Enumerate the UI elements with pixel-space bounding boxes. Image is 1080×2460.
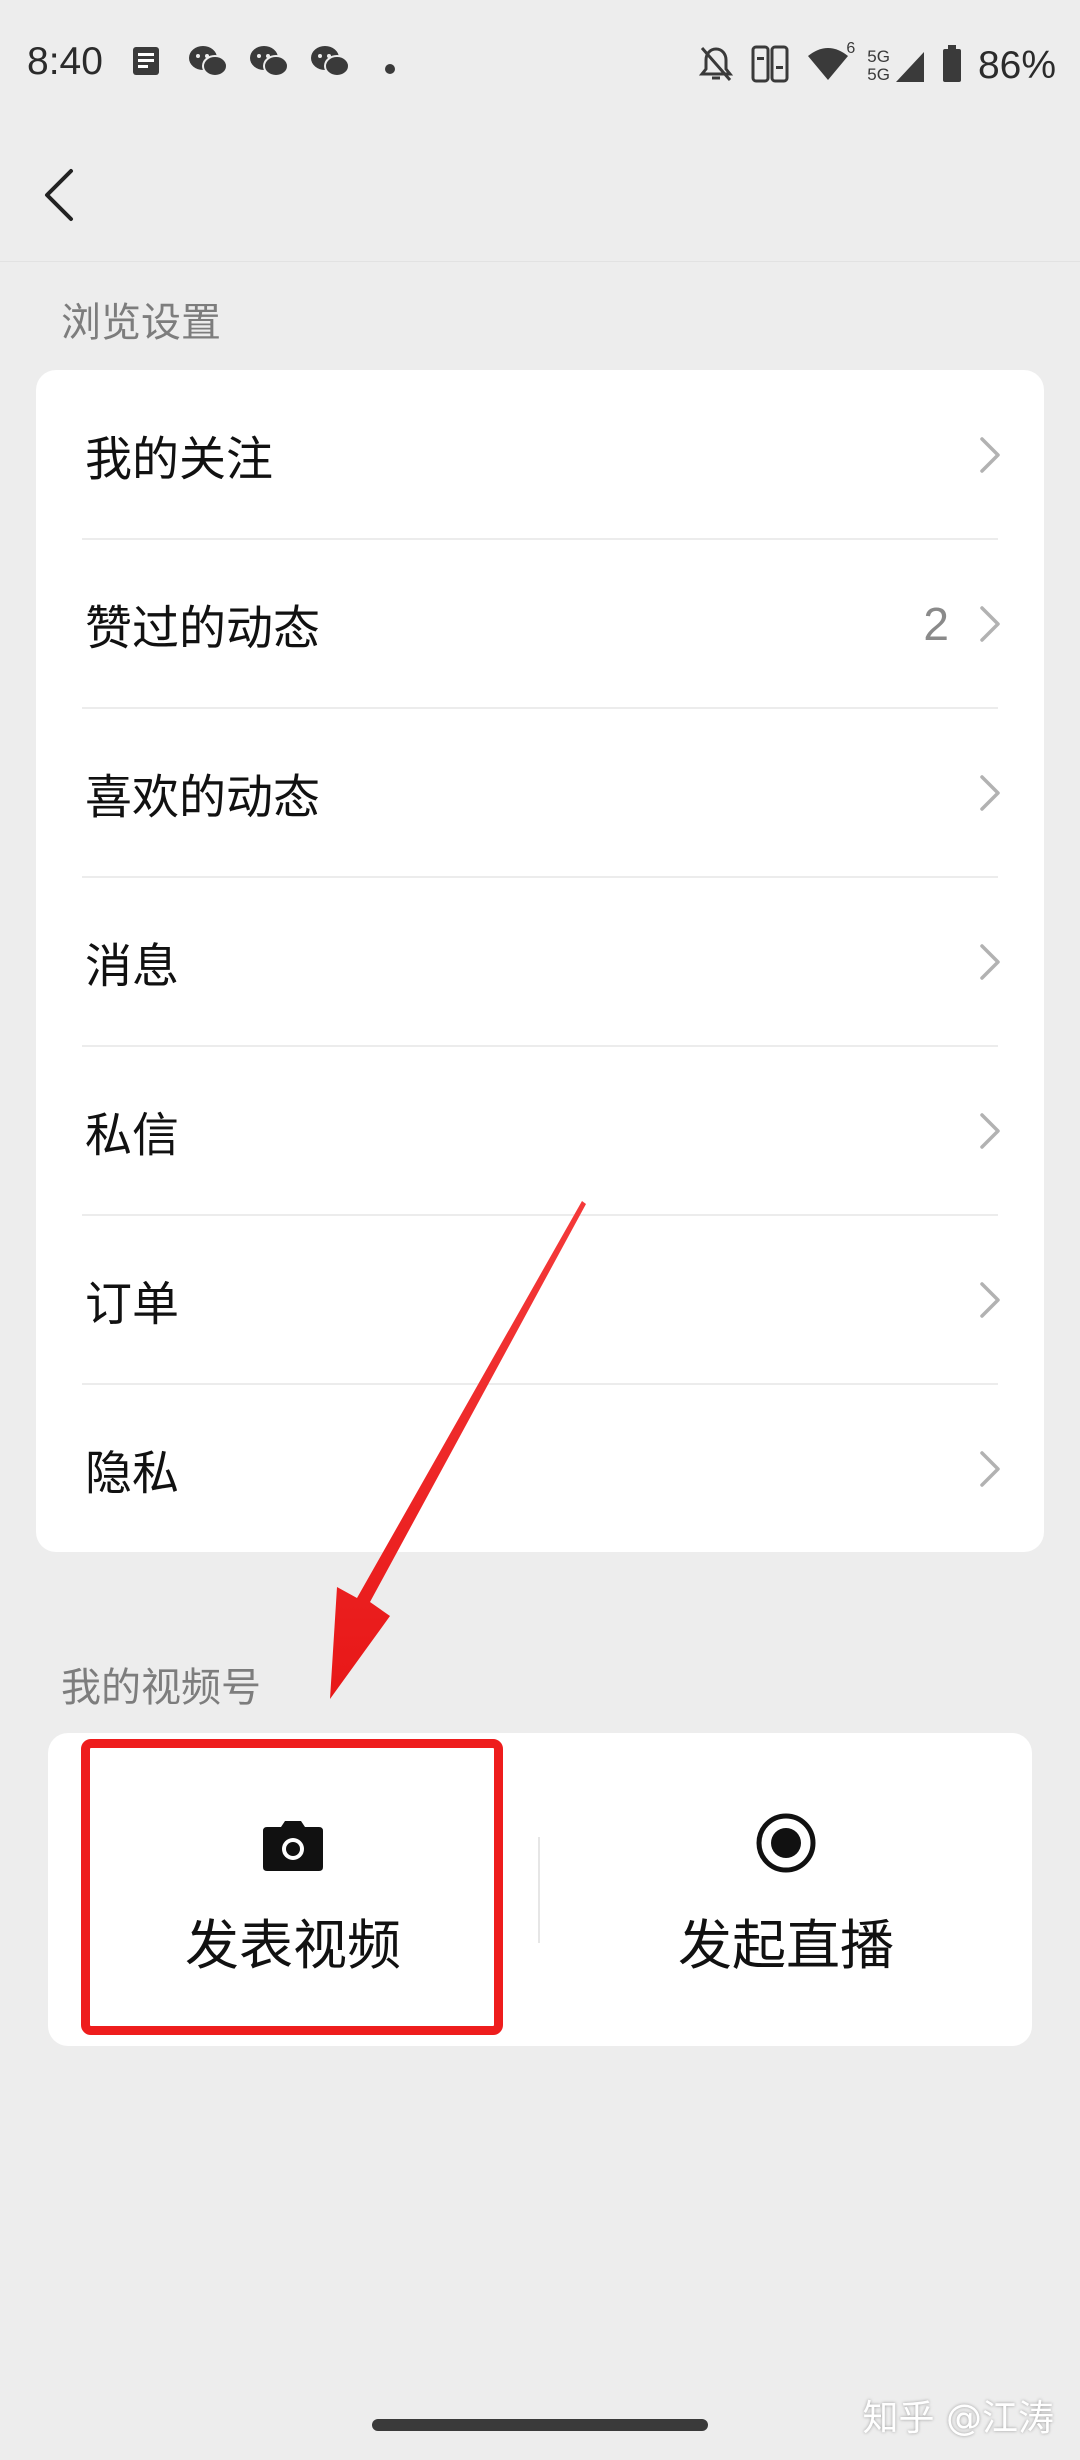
browse-settings-card: 我的关注 赞过的动态 2 喜欢的动态 消息 私信 订单 隐私 xyxy=(36,370,1044,1552)
menu-item-messages[interactable]: 消息 xyxy=(36,878,1044,1046)
back-button[interactable] xyxy=(28,155,88,239)
wechat-icon xyxy=(187,44,229,84)
chevron-right-icon xyxy=(980,944,1000,980)
note-icon xyxy=(130,44,164,84)
menu-item-label: 我的关注 xyxy=(85,432,273,488)
wechat-icon xyxy=(248,44,290,84)
chevron-right-icon xyxy=(980,775,1000,811)
browse-section-title: 浏览设置 xyxy=(61,300,221,346)
menu-item-following[interactable]: 我的关注 xyxy=(36,371,1044,539)
menu-item-label: 私信 xyxy=(85,1108,179,1164)
annotation-highlight-box xyxy=(81,1739,503,2035)
home-indicator[interactable] xyxy=(372,2419,708,2431)
status-time: 8:40 xyxy=(27,40,103,83)
menu-item-label: 喜欢的动态 xyxy=(85,770,320,826)
menu-item-favorite-posts[interactable]: 喜欢的动态 xyxy=(36,709,1044,877)
menu-item-private-messages[interactable]: 私信 xyxy=(36,1047,1044,1215)
channel-section-title: 我的视频号 xyxy=(61,1665,261,1711)
start-live-label: 发起直播 xyxy=(678,1914,894,1977)
wechat-icon xyxy=(309,44,351,84)
chevron-right-icon xyxy=(980,606,1000,642)
record-icon xyxy=(754,1811,818,1879)
chevron-right-icon xyxy=(980,1451,1000,1487)
wifi-label: 6 xyxy=(846,40,856,57)
network-label: 5G xyxy=(867,65,890,84)
battery-icon xyxy=(942,45,962,87)
bell-off-icon xyxy=(697,44,735,88)
menu-item-orders[interactable]: 订单 xyxy=(36,1216,1044,1384)
watermark: 知乎 @江涛 xyxy=(862,2398,1054,2439)
menu-item-privacy[interactable]: 隐私 xyxy=(36,1385,1044,1553)
hd-icon xyxy=(751,44,789,88)
menu-item-label: 隐私 xyxy=(85,1446,179,1502)
start-live-button[interactable]: 发起直播 xyxy=(540,1733,1032,2046)
back-arrow-icon xyxy=(41,167,75,227)
chevron-right-icon xyxy=(980,437,1000,473)
dot-icon xyxy=(384,60,396,79)
signal-icon: 5G 5G xyxy=(867,48,926,84)
chevron-right-icon xyxy=(980,1282,1000,1318)
battery-percent: 86% xyxy=(977,44,1056,87)
network-label: 5G xyxy=(867,47,890,66)
menu-item-label: 消息 xyxy=(85,939,179,995)
liked-count-badge: 2 xyxy=(923,598,949,650)
menu-item-liked-posts[interactable]: 赞过的动态 2 xyxy=(36,540,1044,708)
menu-item-label: 赞过的动态 xyxy=(85,601,320,657)
chevron-right-icon xyxy=(980,1113,1000,1149)
nav-bar xyxy=(0,135,1080,262)
wifi-icon: 6 xyxy=(805,40,855,88)
status-bar: 8:40 6 5G 5G 86% xyxy=(0,0,1080,135)
menu-item-label: 订单 xyxy=(85,1277,179,1333)
